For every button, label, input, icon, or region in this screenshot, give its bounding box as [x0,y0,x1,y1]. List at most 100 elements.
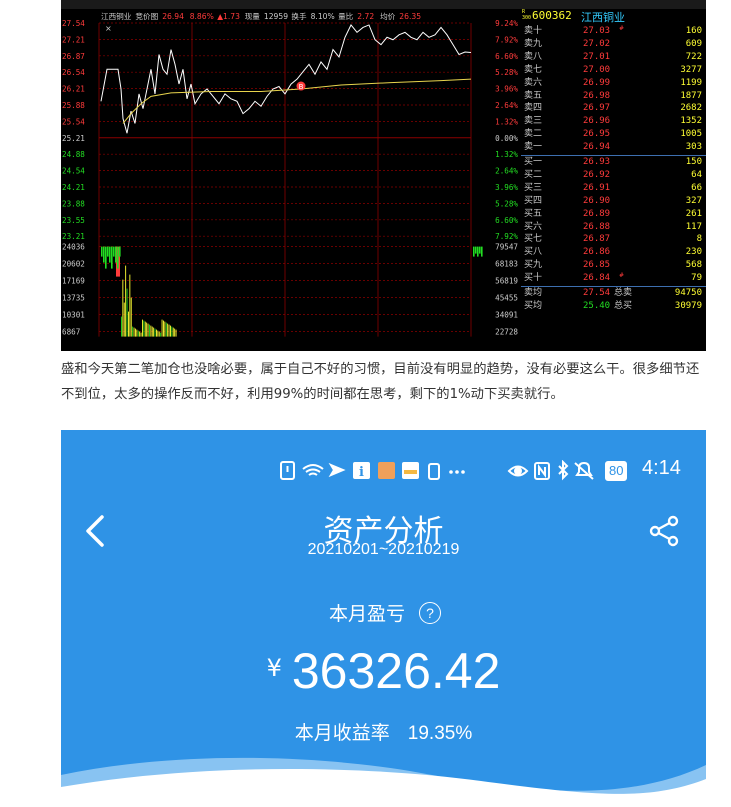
intraday-chart[interactable]: 江西铜业 竞价图 26.94 8.86% ▲1.73 现量 12959 换手 8.10% 量比 2.… [61,9,521,351]
buy-level[interactable]: 买三 26.91 66 [521,182,706,194]
status-icons-left: i [279,460,479,487]
book-level-price: 27.02 [583,38,611,49]
buy-level[interactable]: 买一 26.93 150 [521,156,706,168]
percent-tick-label: 2.64% [495,167,518,176]
sell-level[interactable]: 卖十 27.03 #160 [521,25,706,37]
volume-bar [143,320,145,337]
sell-level[interactable]: 卖三 26.96 1352 [521,115,706,127]
volume-bar [128,311,129,337]
more-icon [449,470,453,474]
book-level-volume: 66 [691,182,702,193]
crosshair-marker: × [105,24,112,33]
volume-bar [170,325,171,337]
book-level-label: 买八 [524,247,543,258]
book-level-price: 26.92 [583,169,611,180]
percent-tick-label: 7.92% [495,35,518,44]
book-level-label: 卖十 [524,26,543,36]
book-level-price: 26.93 [583,157,611,167]
buy-level[interactable]: 买八 26.86 230 [521,246,706,258]
volume-bar [146,322,148,337]
sell-level[interactable]: 卖四 26.97 2682 [521,102,706,114]
auction-volume-bar [115,246,117,263]
mute-icon [574,461,594,480]
book-level-price: 27.01 [583,51,611,62]
book-level-label: 买五 [524,208,543,219]
volume-bar [171,326,173,337]
book-level-price: 26.86 [583,247,611,258]
book-level-label: 买四 [524,195,543,206]
buy-level[interactable]: 买四 26.90 327 [521,195,706,207]
sell-level[interactable]: 卖二 26.95 1005 [521,128,706,140]
date-range[interactable]: 20210201~20210219 [61,541,706,559]
book-level-price: 26.95 [583,129,611,140]
book-level-price: 26.87 [583,234,611,245]
book-level-price: 26.94 [583,142,611,153]
currency-symbol: ¥ [266,654,282,682]
book-level-volume: 327 [685,195,702,206]
book-level-price: 27.03 [583,26,611,36]
book-level-price: 26.98 [583,90,611,101]
volume-tick-label-right: 79547 [495,243,518,252]
volume-bar [158,331,160,337]
volume-tick-label-right: 56819 [495,277,518,286]
send-icon [328,462,346,478]
asset-analysis-screen: i 80 4:14 资产分析 20210201~20210219 本月盈亏 ? … [61,430,706,807]
auction-volume-bar [481,246,483,257]
buy-level[interactable]: 买五 26.89 261 [521,208,706,220]
total-label: 总卖 [614,288,633,298]
volume-bar [121,316,122,337]
volume-tick-label-right: 22728 [495,328,518,337]
sell-level[interactable]: 卖九 27.02 609 [521,38,706,50]
buy-level[interactable]: 买六 26.88 117 [521,221,706,233]
help-icon[interactable]: ? [419,602,442,624]
auction-volume-bar [119,246,121,257]
avg-price: 25.40 [583,300,611,311]
sell-level[interactable]: 卖六 26.99 1199 [521,77,706,89]
volume-tick-label: 10301 [62,311,85,320]
book-level-volume: 117 [685,221,702,232]
auction-volume-bar [473,246,475,257]
volume-bar [150,325,152,337]
book-level-price: 26.89 [583,208,611,219]
book-level-volume: 303 [685,142,702,153]
monthly-return-label: 本月收益率 [294,722,390,744]
buy-level[interactable]: 买七 26.87 8 [521,233,706,245]
sell-level[interactable]: 卖七 27.00 3277 [521,64,706,76]
percent-tick-label: 7.92% [495,232,518,241]
price-line [100,24,472,134]
monthly-return-value: 19.35% [407,723,473,744]
volume-tick-label: 13735 [62,294,85,303]
notification-icons: i [280,461,465,480]
book-level-price: 26.85 [583,260,611,271]
price-tick-label: 23.55 [62,216,85,225]
volume-bar [151,326,153,337]
book-level-label: 卖八 [524,51,543,62]
header-field: 现量 [245,12,261,21]
monthly-pl-value: 36326.42 [291,643,501,699]
book-level-volume: 609 [685,38,702,49]
avg-label: 买均 [524,300,543,311]
percent-tick-label: 1.32% [495,117,518,126]
volume-bar [154,328,156,337]
sell-level[interactable]: 卖八 27.01 722 [521,51,706,63]
sell-level[interactable]: 卖五 26.98 1877 [521,90,706,102]
monthly-return: 本月收益率 19.35% [61,718,706,745]
header-field: 26.35 [399,12,421,21]
volume-bar [147,323,149,337]
price-tick-label: 24.88 [62,150,85,159]
percent-tick-label: 0.00% [495,134,518,143]
book-level-volume: 3277 [680,64,702,75]
buy-level[interactable]: 买二 26.92 64 [521,169,706,181]
sell-average-row: 卖均 27.54 总卖 94750 [521,287,706,299]
battery-indicator: 80 [605,459,628,481]
sell-level[interactable]: 卖一 26.94 303 [521,141,706,153]
volume-bar [175,329,177,337]
percent-tick-label: 6.60% [495,216,518,225]
buy-level[interactable]: 买十 26.84 #79 [521,272,706,284]
book-level-volume: 1005 [680,129,702,140]
book-level-label: 买二 [524,169,543,180]
bluetooth-icon [558,459,569,481]
buy-level[interactable]: 买九 26.85 568 [521,259,706,271]
avg-label: 卖均 [524,288,543,298]
app-icon [378,462,395,479]
